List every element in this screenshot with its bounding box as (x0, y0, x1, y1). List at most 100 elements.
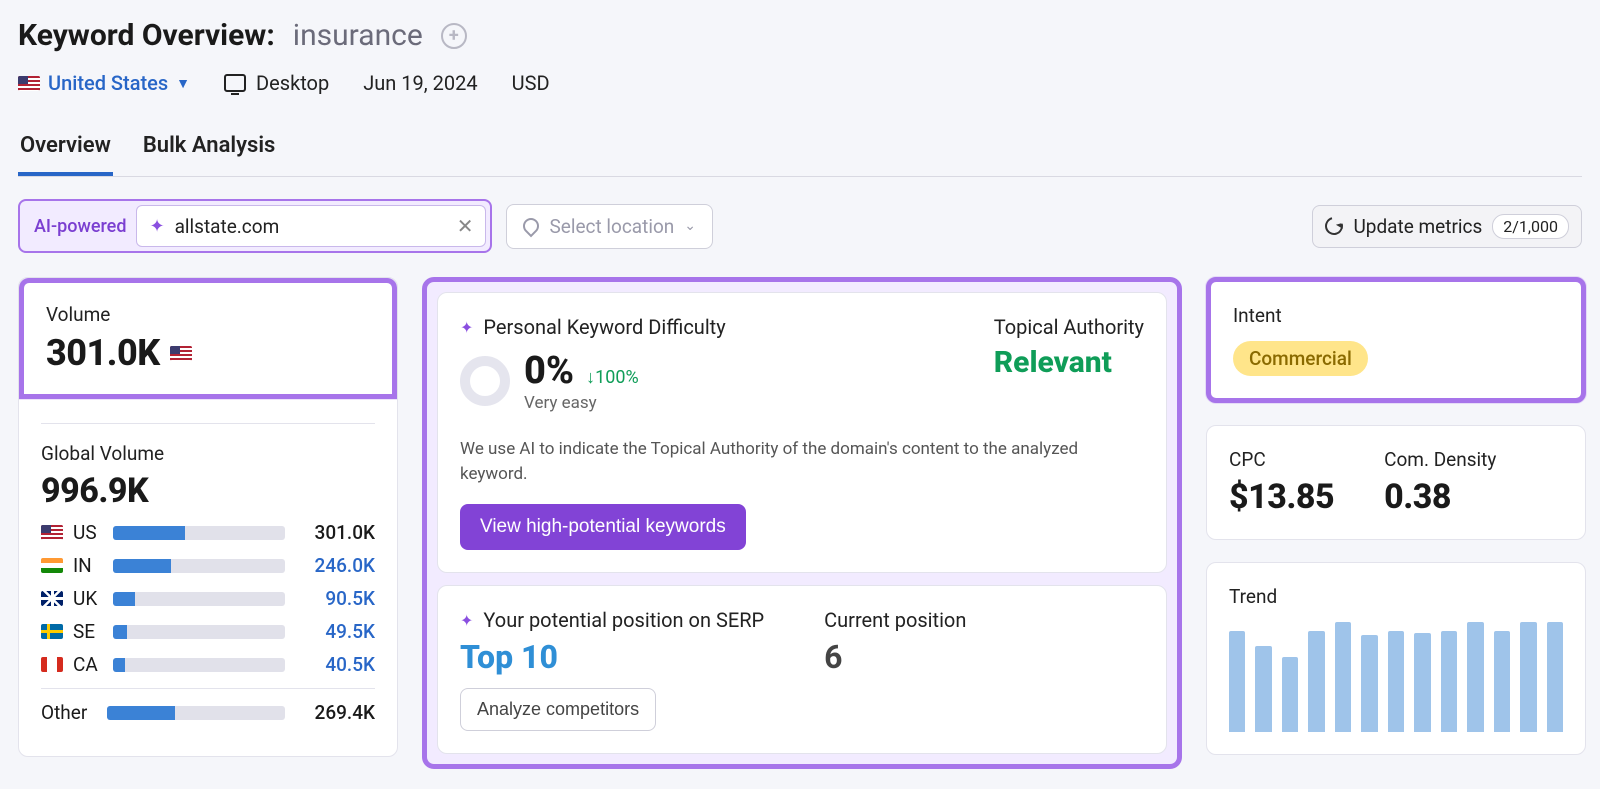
volume-bar (113, 592, 285, 606)
trend-bar (1255, 646, 1271, 732)
volume-row-value: 40.5K (295, 653, 375, 676)
trend-bar (1441, 631, 1457, 732)
update-metrics-button[interactable]: Update metrics 2/1,000 (1312, 205, 1582, 248)
clear-domain-icon[interactable]: ✕ (457, 214, 474, 238)
volume-row[interactable]: CA 40.5K (41, 653, 375, 676)
serp-title: Your potential position on SERP (483, 608, 764, 632)
intent-card: Intent Commercial (1206, 277, 1586, 403)
current-position-value: 6 (824, 638, 966, 676)
trend-bar (1467, 622, 1483, 732)
device-selector[interactable]: Desktop (224, 71, 329, 95)
location-placeholder: Select location (549, 215, 674, 238)
analyze-competitors-button[interactable]: Analyze competitors (460, 688, 656, 731)
volume-row[interactable]: SE 49.5K (41, 620, 375, 643)
intent-label: Intent (1233, 304, 1559, 327)
sparkle-icon: ✦ (460, 318, 473, 337)
trend-bar (1282, 657, 1298, 732)
ai-domain-filter: AI-powered ✦ allstate.com ✕ (18, 199, 492, 253)
trend-chart (1229, 622, 1563, 732)
pkd-description: We use AI to indicate the Topical Author… (460, 437, 1144, 486)
location-pin-icon (520, 215, 543, 238)
country-label: United States (48, 71, 168, 95)
desktop-icon (224, 74, 246, 92)
other-value: 269.4K (295, 701, 375, 724)
domain-value: allstate.com (175, 215, 447, 238)
tab-bulk-analysis[interactable]: Bulk Analysis (141, 123, 278, 176)
refresh-icon (1322, 214, 1347, 239)
volume-label: Volume (46, 303, 370, 326)
volume-row-value: 246.0K (295, 554, 375, 577)
flag-in-icon (41, 558, 63, 573)
flag-se-icon (41, 624, 63, 639)
trend-bar (1520, 622, 1536, 732)
volume-row[interactable]: US 301.0K (41, 521, 375, 544)
trend-bar (1414, 633, 1430, 732)
trend-bar (1547, 622, 1563, 732)
keyword-value: insurance (293, 18, 423, 53)
volume-row-value: 90.5K (295, 587, 375, 610)
volume-bar (113, 658, 285, 672)
pkd-percent: 0% (524, 349, 574, 393)
ai-powered-label: AI-powered (34, 216, 126, 237)
country-code: UK (73, 587, 103, 610)
volume-bar (113, 625, 285, 639)
topical-authority-value: Relevant (994, 345, 1144, 380)
flag-us-icon (41, 525, 63, 540)
device-label: Desktop (256, 71, 329, 95)
update-metrics-label: Update metrics (1353, 215, 1482, 238)
view-high-potential-button[interactable]: View high-potential keywords (460, 504, 746, 550)
sparkle-icon: ✦ (460, 611, 473, 630)
global-volume-value: 996.9K (41, 471, 375, 511)
trend-bar (1494, 631, 1510, 732)
pkd-subtitle: Very easy (524, 393, 639, 413)
update-count-badge: 2/1,000 (1492, 214, 1569, 239)
country-code: US (73, 521, 103, 544)
volume-row[interactable]: IN 246.0K (41, 554, 375, 577)
flag-ca-icon (41, 657, 63, 672)
chevron-down-icon: ▼ (176, 75, 190, 92)
global-volume-label: Global Volume (41, 442, 375, 465)
currency-label: USD (512, 71, 550, 95)
volume-bar (113, 559, 285, 573)
trend-bar (1361, 635, 1377, 732)
flag-us-icon (170, 346, 192, 361)
volume-row-value: 301.0K (295, 521, 375, 544)
domain-input[interactable]: ✦ allstate.com ✕ (136, 205, 486, 247)
country-code: IN (73, 554, 103, 577)
trend-label: Trend (1229, 585, 1563, 608)
volume-value: 301.0K (46, 332, 160, 374)
add-keyword-icon[interactable]: + (441, 23, 467, 49)
page-title: Keyword Overview: (18, 18, 275, 53)
country-code: SE (73, 620, 103, 643)
other-bar (107, 706, 285, 720)
volume-row[interactable]: UK 90.5K (41, 587, 375, 610)
trend-bar (1335, 622, 1351, 732)
country-code: CA (73, 653, 103, 676)
volume-row-value: 49.5K (295, 620, 375, 643)
trend-card: Trend (1206, 562, 1586, 755)
cpc-label: CPC (1229, 448, 1334, 471)
volume-bar (113, 526, 285, 540)
topical-authority-label: Topical Authority (994, 315, 1144, 339)
sparkle-icon: ✦ (149, 216, 164, 237)
pkd-title: Personal Keyword Difficulty (483, 315, 725, 339)
other-label: Other (41, 701, 97, 724)
volume-card: Volume 301.0K Global Volume 996.9K US 301… (18, 277, 398, 757)
com-density-label: Com. Density (1384, 448, 1496, 471)
date-label: Jun 19, 2024 (363, 71, 477, 95)
pkd-delta: ↓100% (586, 367, 639, 388)
current-position-label: Current position (824, 608, 966, 632)
ai-insights-group: ✦ Personal Keyword Difficulty 0% ↓100% V… (422, 277, 1182, 769)
serp-value: Top 10 (460, 638, 764, 676)
flag-uk-icon (41, 591, 63, 606)
flag-us-icon (18, 76, 40, 91)
chevron-down-icon: ⌄ (684, 218, 696, 234)
cpc-card: CPC $13.85 Com. Density 0.38 (1206, 425, 1586, 540)
trend-bar (1308, 631, 1324, 732)
com-density-value: 0.38 (1384, 477, 1496, 517)
trend-bar (1388, 631, 1404, 732)
tab-overview[interactable]: Overview (18, 123, 113, 176)
cpc-value: $13.85 (1229, 477, 1334, 517)
location-select[interactable]: Select location ⌄ (506, 204, 713, 249)
country-selector[interactable]: United States ▼ (18, 71, 190, 95)
